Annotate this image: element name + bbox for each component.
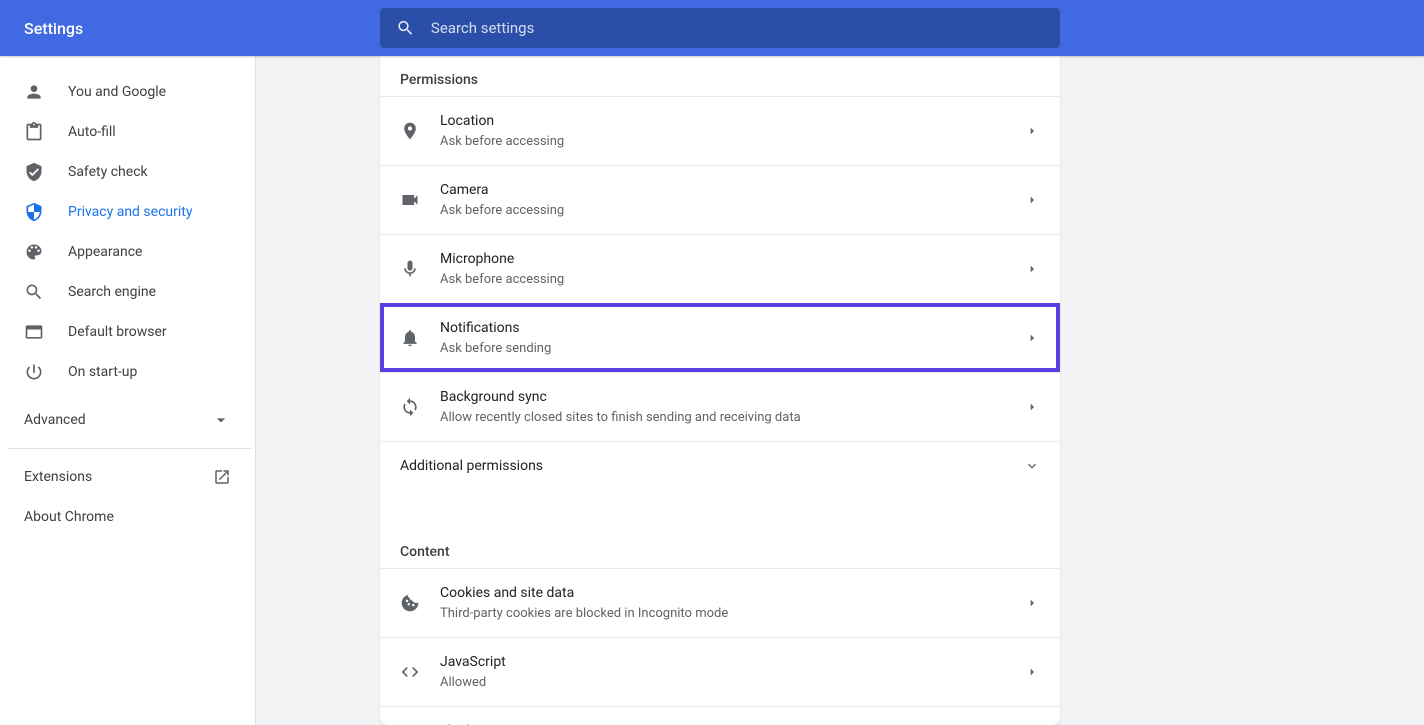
row-title: Microphone [440, 249, 1024, 269]
sidebar-item-auto-fill[interactable]: Auto-fill [0, 112, 255, 152]
chevron-right-icon [1024, 123, 1040, 139]
sidebar-item-search-engine[interactable]: Search engine [0, 272, 255, 312]
page-title: Settings [24, 19, 83, 38]
location-icon [400, 121, 420, 141]
header: Settings [0, 0, 1424, 56]
chevron-down-icon [211, 410, 231, 430]
sync-icon [400, 397, 420, 417]
shield-icon [24, 202, 44, 222]
code-icon [400, 662, 420, 682]
microphone-icon [400, 259, 420, 279]
chevron-right-icon [1024, 261, 1040, 277]
cookie-icon [400, 593, 420, 613]
camera-icon [400, 190, 420, 210]
sidebar: You and Google Auto-fill Safety check Pr… [0, 56, 256, 725]
sidebar-extensions-label: Extensions [24, 469, 92, 485]
sidebar-item-label: Default browser [68, 324, 167, 340]
sidebar-advanced-label: Advanced [24, 412, 86, 428]
row-title: Cookies and site data [440, 583, 1024, 603]
content-card: Permissions Location Ask before accessin… [380, 56, 1060, 725]
sidebar-about[interactable]: About Chrome [0, 497, 255, 537]
palette-icon [24, 242, 44, 262]
row-title: Background sync [440, 387, 1024, 407]
sidebar-item-privacy-security[interactable]: Privacy and security [0, 192, 255, 232]
content-header: Content [380, 528, 1060, 568]
row-sub: Third-party cookies are blocked in Incog… [440, 605, 1024, 623]
sidebar-item-label: Auto-fill [68, 124, 116, 140]
row-cookies[interactable]: Cookies and site data Third-party cookie… [380, 568, 1060, 637]
row-flash[interactable]: Flash Block sites from running Flash [380, 706, 1060, 725]
sidebar-item-label: You and Google [68, 84, 166, 100]
row-additional-permissions[interactable]: Additional permissions [380, 441, 1060, 490]
chevron-right-icon [1024, 330, 1040, 346]
row-title: Additional permissions [400, 456, 1024, 476]
clipboard-icon [24, 122, 44, 142]
bell-icon [400, 328, 420, 348]
search-input[interactable] [431, 19, 1044, 37]
sidebar-item-label: Privacy and security [68, 204, 192, 220]
row-title: JavaScript [440, 652, 1024, 672]
sidebar-item-appearance[interactable]: Appearance [0, 232, 255, 272]
sidebar-extensions[interactable]: Extensions [0, 457, 255, 497]
person-icon [24, 82, 44, 102]
search-box[interactable] [380, 8, 1060, 48]
chevron-right-icon [1024, 192, 1040, 208]
divider [8, 448, 251, 449]
browser-icon [24, 322, 44, 342]
open-in-new-icon [213, 468, 231, 486]
sidebar-item-label: On start-up [68, 364, 137, 380]
chevron-right-icon [1024, 595, 1040, 611]
power-icon [24, 362, 44, 382]
chevron-down-icon [1024, 458, 1040, 474]
sidebar-item-on-start-up[interactable]: On start-up [0, 352, 255, 392]
shield-check-icon [24, 162, 44, 182]
row-sub: Ask before accessing [440, 133, 1024, 151]
row-title: Notifications [440, 318, 1024, 338]
sidebar-about-label: About Chrome [24, 509, 114, 525]
row-microphone[interactable]: Microphone Ask before accessing [380, 234, 1060, 303]
main-content: Permissions Location Ask before accessin… [256, 56, 1424, 725]
search-icon [24, 282, 44, 302]
row-background-sync[interactable]: Background sync Allow recently closed si… [380, 372, 1060, 441]
row-javascript[interactable]: JavaScript Allowed [380, 637, 1060, 706]
sidebar-item-label: Appearance [68, 244, 142, 260]
row-sub: Ask before accessing [440, 202, 1024, 220]
permissions-header: Permissions [380, 56, 1060, 96]
row-sub: Ask before sending [440, 340, 1024, 358]
row-sub: Allow recently closed sites to finish se… [440, 409, 1024, 427]
sidebar-item-safety-check[interactable]: Safety check [0, 152, 255, 192]
sidebar-item-label: Safety check [68, 164, 148, 180]
row-location[interactable]: Location Ask before accessing [380, 96, 1060, 165]
row-title: Camera [440, 180, 1024, 200]
chevron-right-icon [1024, 399, 1040, 415]
row-title: Flash [440, 721, 1024, 725]
row-camera[interactable]: Camera Ask before accessing [380, 165, 1060, 234]
row-sub: Allowed [440, 674, 1024, 692]
chevron-right-icon [1024, 664, 1040, 680]
sidebar-item-label: Search engine [68, 284, 156, 300]
row-notifications[interactable]: Notifications Ask before sending [380, 303, 1060, 372]
row-sub: Ask before accessing [440, 271, 1024, 289]
sidebar-item-you-and-google[interactable]: You and Google [0, 72, 255, 112]
row-title: Location [440, 111, 1024, 131]
search-icon [396, 18, 415, 38]
sidebar-item-default-browser[interactable]: Default browser [0, 312, 255, 352]
sidebar-advanced[interactable]: Advanced [0, 400, 255, 440]
